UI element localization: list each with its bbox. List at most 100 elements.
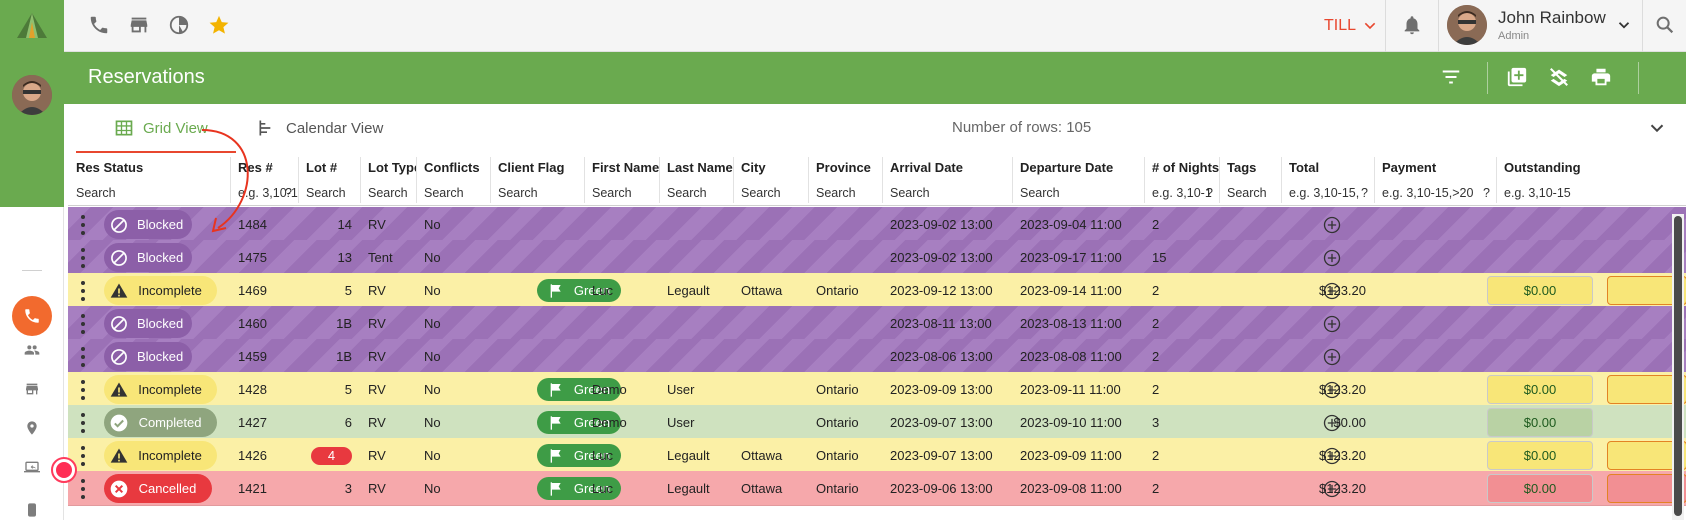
tab-label: Grid View	[143, 119, 208, 137]
status-badge[interactable]: Blocked	[104, 243, 192, 272]
status-badge[interactable]: Blocked	[104, 210, 192, 239]
status-badge[interactable]: Blocked	[104, 342, 192, 371]
row-menu-icon[interactable]	[80, 380, 86, 400]
table-row[interactable]: Blocked 1459 1B RV No 2023-08-06 13:00 2023-08…	[68, 339, 1686, 374]
payment-button[interactable]: $0.00	[1487, 375, 1593, 404]
rail-avatar[interactable]	[12, 75, 52, 115]
table-row[interactable]: Blocked 1484 14 RV No 2023-09-02 13:00 2023-09…	[68, 207, 1686, 242]
column-header-city[interactable]: City	[733, 154, 808, 180]
column-header-tags[interactable]: Tags	[1219, 154, 1281, 180]
filter-input-departure[interactable]: Search	[1012, 180, 1144, 206]
search-icon[interactable]	[1654, 14, 1678, 38]
rail-phone-button[interactable]	[12, 296, 52, 336]
status-badge[interactable]: Incomplete	[104, 375, 217, 404]
table-row[interactable]: Cancelled 1421 3 RV No Green Luc Legault Ottawa O…	[68, 471, 1686, 506]
status-badge[interactable]: Blocked	[104, 309, 192, 338]
row-menu-icon[interactable]	[80, 314, 86, 334]
filter-input-last-name[interactable]: Search	[659, 180, 733, 206]
scrollbar-thumb[interactable]	[1674, 216, 1682, 516]
column-header-arrival[interactable]: Arrival Date	[882, 154, 1012, 180]
payment-button[interactable]: $0.00	[1487, 474, 1593, 503]
filter-help-icon[interactable]: ?	[285, 186, 292, 200]
people-icon[interactable]	[24, 342, 40, 358]
till-dropdown[interactable]: TILL	[1324, 15, 1378, 37]
column-header-res-status[interactable]: Res Status	[68, 154, 230, 180]
status-badge[interactable]: Cancelled	[104, 474, 212, 503]
table-row[interactable]: Incomplete 1428 5 RV No Green Demo User Ontario 2…	[68, 372, 1686, 407]
table-row[interactable]: Incomplete 1426 4 RV No Green Luc Legault Ottawa…	[68, 438, 1686, 473]
store-icon[interactable]	[128, 14, 152, 38]
phone-icon[interactable]	[88, 14, 112, 38]
table-row[interactable]: Blocked 1460 1B RV No 2023-08-11 13:00 2023-08…	[68, 306, 1686, 341]
filter-help-icon[interactable]: ?	[1483, 186, 1490, 200]
column-header-last-name[interactable]: Last Name	[659, 154, 733, 180]
star-icon[interactable]	[208, 14, 232, 38]
user-avatar[interactable]	[1447, 5, 1487, 45]
lot-conflict-badge[interactable]: 4	[311, 446, 352, 465]
table-row[interactable]: Incomplete 1469 5 RV No Green Luc Legault Ottawa…	[68, 273, 1686, 308]
filter-input-lot-type[interactable]: Search	[360, 180, 416, 206]
status-badge[interactable]: Incomplete	[104, 441, 217, 470]
store-icon[interactable]	[24, 381, 40, 397]
filter-help-icon[interactable]: ?	[1206, 186, 1213, 200]
column-header-conflicts[interactable]: Conflicts	[416, 154, 490, 180]
screen-share-icon[interactable]	[24, 459, 40, 475]
row-menu-icon[interactable]	[80, 215, 86, 235]
add-reservation-icon[interactable]	[1506, 66, 1530, 90]
filter-input-city[interactable]: Search	[733, 180, 808, 206]
filter-input-res-status[interactable]: Search	[68, 180, 230, 206]
column-header-outstanding[interactable]: Outstanding	[1496, 154, 1646, 180]
row-menu-icon[interactable]	[80, 479, 86, 499]
row-menu-icon[interactable]	[80, 347, 86, 367]
filter-input-lot-num[interactable]: Search	[298, 180, 360, 206]
payment-button[interactable]: $0.00	[1487, 276, 1593, 305]
payment-button[interactable]: $0.00	[1487, 441, 1593, 470]
column-header-res-num[interactable]: Res #	[230, 154, 298, 180]
filter-input-conflicts[interactable]: Search	[416, 180, 490, 206]
location-pin-icon[interactable]	[24, 420, 40, 436]
column-header-province[interactable]: Province	[808, 154, 882, 180]
row-menu-icon[interactable]	[80, 446, 86, 466]
chevron-down-icon[interactable]	[1615, 16, 1633, 34]
column-header-lot-type[interactable]: Lot Type	[360, 154, 416, 180]
filter-input-client-flag[interactable]: Search	[490, 180, 584, 206]
table-row[interactable]: Blocked 1475 13 Tent No 2023-09-02 13:00 2023-…	[68, 240, 1686, 275]
tab-calendar-view[interactable]: Calendar View	[257, 116, 383, 140]
bell-icon[interactable]	[1401, 14, 1425, 38]
pie-chart-icon[interactable]	[168, 14, 192, 38]
filter-input-tags[interactable]: Search	[1219, 180, 1281, 206]
chevron-down-icon[interactable]	[1646, 117, 1668, 139]
filter-input-nights[interactable]: e.g. 3,10-1?	[1144, 180, 1219, 206]
table-row[interactable]: Completed 1427 6 RV No Green Demo User Ontario 20…	[68, 405, 1686, 440]
filter-icon[interactable]	[1440, 66, 1464, 90]
column-header-payment[interactable]: Payment	[1374, 154, 1496, 180]
filter-input-payment[interactable]: e.g. 3,10-15,>20?	[1374, 180, 1496, 206]
filter-input-outstanding[interactable]: e.g. 3,10-15	[1496, 180, 1646, 206]
column-header-nights[interactable]: # of Nights	[1144, 154, 1219, 180]
column-header-client-flag[interactable]: Client Flag	[490, 154, 584, 180]
column-header-first-name[interactable]: First Name	[584, 154, 659, 180]
tab-grid-view[interactable]: Grid View	[114, 116, 208, 140]
column-header-total[interactable]: Total	[1281, 154, 1374, 180]
column-header-lot-num[interactable]: Lot #	[298, 154, 360, 180]
status-badge[interactable]: Completed	[104, 408, 217, 437]
status-badge[interactable]: Incomplete	[104, 276, 217, 305]
row-menu-icon[interactable]	[80, 413, 86, 433]
filter-input-total[interactable]: e.g. 3,10-15,?	[1281, 180, 1374, 206]
filter-input-province[interactable]: Search	[808, 180, 882, 206]
record-button[interactable]	[51, 457, 77, 483]
column-header-departure[interactable]: Departure Date	[1012, 154, 1144, 180]
grid-scrollbar[interactable]	[1672, 214, 1684, 520]
filter-help-icon[interactable]: ?	[1361, 186, 1368, 200]
row-menu-icon[interactable]	[80, 248, 86, 268]
row-menu-icon[interactable]	[80, 281, 86, 301]
filter-input-res-num[interactable]: e.g. 3,10-1?	[230, 180, 298, 206]
user-name[interactable]: John Rainbow	[1498, 8, 1606, 28]
payment-button[interactable]: $0.00	[1487, 408, 1593, 437]
print-icon[interactable]	[1590, 66, 1614, 90]
clear-layers-icon[interactable]	[1548, 66, 1572, 90]
more-tools-icon[interactable]	[24, 502, 40, 518]
filter-input-arrival[interactable]: Search	[882, 180, 1012, 206]
campground-logo-icon[interactable]	[14, 10, 50, 42]
filter-input-first-name[interactable]: Search	[584, 180, 659, 206]
